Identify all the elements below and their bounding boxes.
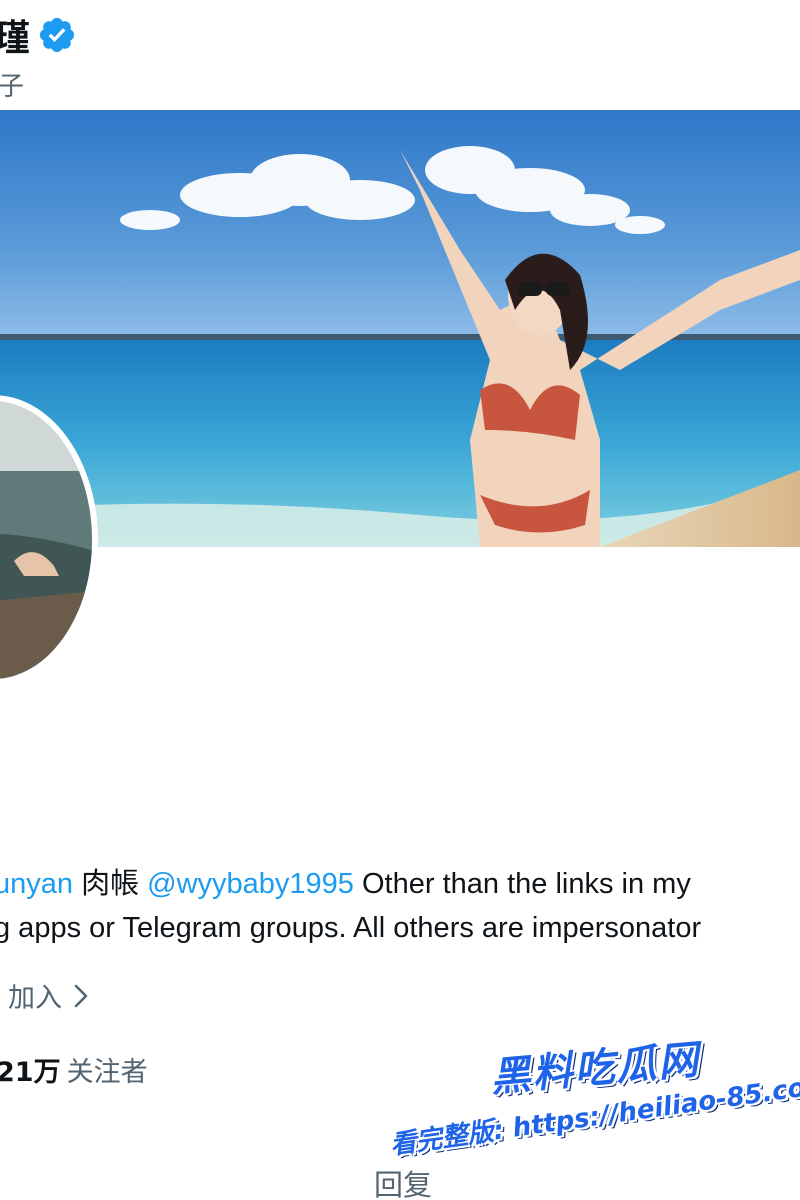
profile-name-row: 瑾: [0, 8, 77, 62]
followers-label: 关注者: [66, 1057, 148, 1088]
joined-date[interactable]: 加入: [8, 976, 92, 1015]
bio-line-2: g apps or Telegram groups. All others ar…: [0, 912, 702, 944]
followers-stat[interactable]: 21万 关注者: [0, 1050, 148, 1089]
display-name: 瑾: [0, 18, 32, 59]
tab-replies[interactable]: 回复: [374, 1162, 432, 1200]
profile-page: 瑾 子 unyan 肉帳 @wyybaby1995 Other than the…: [0, 0, 800, 1200]
watermark: 黑料吃瓜网 看完整版: https://heiliao-85.com: [380, 1030, 800, 1190]
joined-label: 加入: [8, 983, 62, 1014]
chevron-right-icon: [74, 984, 88, 1007]
bio-handle-link[interactable]: unyan: [0, 868, 73, 900]
bio-text: Other than the links in my: [362, 868, 691, 900]
bio-mention-link[interactable]: @wyybaby1995: [147, 868, 354, 900]
bio-line-1: unyan 肉帳 @wyybaby1995 Other than the lin…: [0, 862, 800, 906]
followers-count: 21万: [0, 1057, 61, 1088]
profile-subtitle: 子: [0, 72, 25, 102]
profile-banner-image[interactable]: [0, 110, 800, 547]
profile-bio: unyan 肉帳 @wyybaby1995 Other than the lin…: [0, 862, 800, 950]
watermark-title: 黑料吃瓜网: [488, 1036, 702, 1102]
bio-word: 肉帳: [81, 868, 140, 900]
verified-badge-icon[interactable]: [37, 15, 77, 55]
watermark-url: 看完整版: https://heiliao-85.com: [388, 1069, 800, 1161]
